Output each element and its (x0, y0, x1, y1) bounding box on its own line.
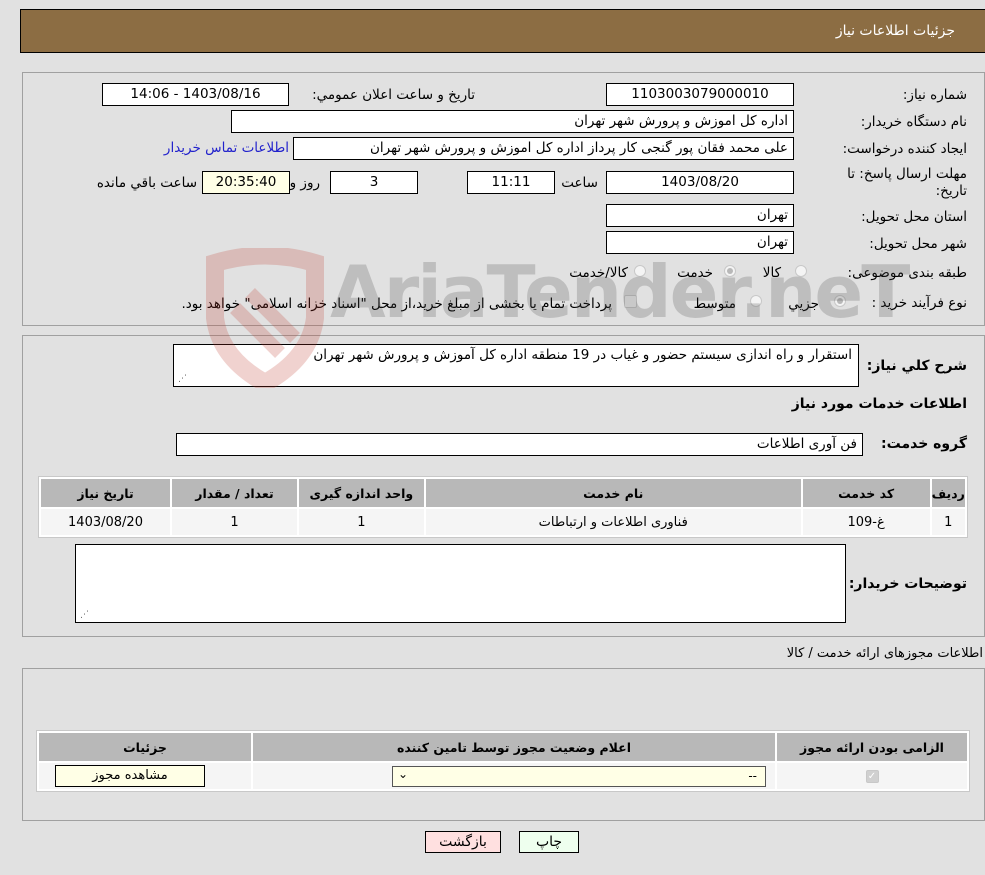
col-permit-required: الزامی بودن ارائه مجوز (777, 733, 967, 761)
cell-row-number: 1 (931, 509, 965, 535)
days-label: روز و (289, 175, 320, 191)
cell-permit-details: مشاهده مجوز (39, 763, 251, 789)
province-label: استان محل تحویل: (861, 209, 967, 225)
treasury-note: پرداخت تمام یا بخشی از مبلغ خرید،از محل … (181, 296, 612, 312)
time-remaining-field: 20:35:40 (202, 171, 290, 194)
description-label: شرح کلي نياز: (866, 358, 967, 374)
permit-status-select[interactable]: -- ⌄ (392, 765, 766, 787)
permits-table-header: الزامی بودن ارائه مجوز اعلام وضعیت مجوز … (39, 733, 967, 761)
treasury-checkbox[interactable] (624, 295, 637, 308)
col-row-number: ردیف (931, 479, 965, 507)
back-button[interactable]: بازگشت (425, 831, 501, 853)
announce-datetime-label: تاريخ و ساعت اعلان عمومي: (312, 87, 475, 103)
cell-permit-status: -- ⌄ (253, 763, 775, 789)
deadline-label: مهلت ارسال پاسخ: تا تاریخ: (847, 166, 967, 199)
city-field: تهران (606, 231, 794, 254)
cell-quantity: 1 (172, 509, 297, 535)
cell-service-name: فناوری اطلاعات و ارتباطات (425, 509, 801, 535)
process-radio-minor[interactable] (834, 295, 846, 307)
cell-permit-required: ✓ (777, 763, 967, 789)
category-radio-service[interactable] (724, 265, 736, 277)
creator-field: علی محمد فقان پور گنجی کار پرداز اداره ک… (293, 137, 794, 160)
announce-datetime-field: 1403/08/16 - 14:06 (102, 83, 289, 106)
cell-need-date: 1403/08/20 (41, 509, 170, 535)
view-permit-button[interactable]: مشاهده مجوز (55, 765, 205, 787)
creator-label: ایجاد کننده درخواست: (842, 141, 967, 157)
description-textarea[interactable]: استقرار و راه اندازی سیستم حضور و غیاب د… (173, 344, 859, 387)
buyer-org-label: نام دستگاه خریدار: (860, 114, 967, 130)
city-label: شهر محل تحویل: (869, 236, 967, 252)
page-header: جزئیات اطلاعات نیاز (20, 9, 985, 53)
need-number-field: 1103003079000010 (606, 83, 794, 106)
table-row: 1 غ-109 فناوری اطلاعات و ارتباطات 1 1 14… (41, 509, 965, 535)
days-remaining-field: 3 (330, 171, 418, 194)
buyer-notes-label: توضیحات خریدار: (848, 576, 967, 592)
col-permit-status: اعلام وضعیت مجوز توسط تامین کننده (253, 733, 775, 761)
province-field: تهران (606, 204, 794, 227)
services-table-header: ردیف کد خدمت نام خدمت واحد اندازه گیری ت… (41, 479, 965, 507)
process-label: نوع فرآیند خرید : (871, 295, 967, 311)
resize-handle-icon[interactable]: ⋰ (80, 610, 89, 620)
col-service-code: کد خدمت (802, 479, 930, 507)
col-need-date: تاریخ نیاز (41, 479, 170, 507)
services-heading: اطلاعات خدمات مورد نیاز (791, 396, 967, 412)
process-option-medium: متوسط (693, 296, 736, 312)
category-label: طبقه بندی موضوعی: (847, 265, 967, 281)
deadline-time-label: ساعت (561, 175, 598, 191)
resize-handle-icon[interactable]: ⋰ (178, 374, 187, 384)
process-radio-medium[interactable] (750, 295, 762, 307)
category-radio-goods-service[interactable] (634, 265, 646, 277)
col-unit: واحد اندازه گیری (298, 479, 424, 507)
cell-service-code: غ-109 (802, 509, 930, 535)
chevron-down-icon: ⌄ (398, 766, 409, 781)
table-row: ✓ -- ⌄ مشاهده مجوز (39, 763, 967, 789)
col-quantity: تعداد / مقدار (172, 479, 297, 507)
print-button[interactable]: چاپ (519, 831, 579, 853)
time-remaining-label: ساعت باقي مانده (96, 175, 197, 191)
service-group-field: فن آوری اطلاعات (176, 433, 863, 456)
category-option-goods: کالا (762, 265, 781, 281)
category-option-service: خدمت (677, 265, 713, 281)
page-title: جزئیات اطلاعات نیاز (835, 23, 955, 39)
deadline-time-field: 11:11 (467, 171, 555, 194)
col-service-name: نام خدمت (425, 479, 801, 507)
service-group-label: گروه خدمت: (881, 436, 967, 452)
services-table: ردیف کد خدمت نام خدمت واحد اندازه گیری ت… (38, 476, 968, 538)
description-text: استقرار و راه اندازی سیستم حضور و غیاب د… (313, 347, 852, 363)
permit-status-value: -- (748, 768, 757, 783)
buyer-contact-link[interactable]: اطلاعات تماس خریدار (164, 140, 289, 156)
deadline-date-field: 1403/08/20 (606, 171, 794, 194)
need-number-label: شماره نیاز: (902, 87, 967, 103)
permit-required-checkbox[interactable]: ✓ (865, 769, 879, 783)
permits-table: الزامی بودن ارائه مجوز اعلام وضعیت مجوز … (36, 730, 970, 792)
process-option-minor: جزيي (788, 296, 819, 312)
category-radio-goods[interactable] (795, 265, 807, 277)
col-permit-details: جزئیات (39, 733, 251, 761)
category-option-goods-service: کالا/خدمت (569, 265, 628, 281)
permits-heading: اطلاعات مجوزهای ارائه خدمت / کالا (786, 646, 983, 661)
cell-unit: 1 (298, 509, 424, 535)
buyer-org-field: اداره کل اموزش و پرورش شهر تهران (231, 110, 794, 133)
buyer-notes-textarea[interactable]: ⋰ (75, 544, 846, 623)
